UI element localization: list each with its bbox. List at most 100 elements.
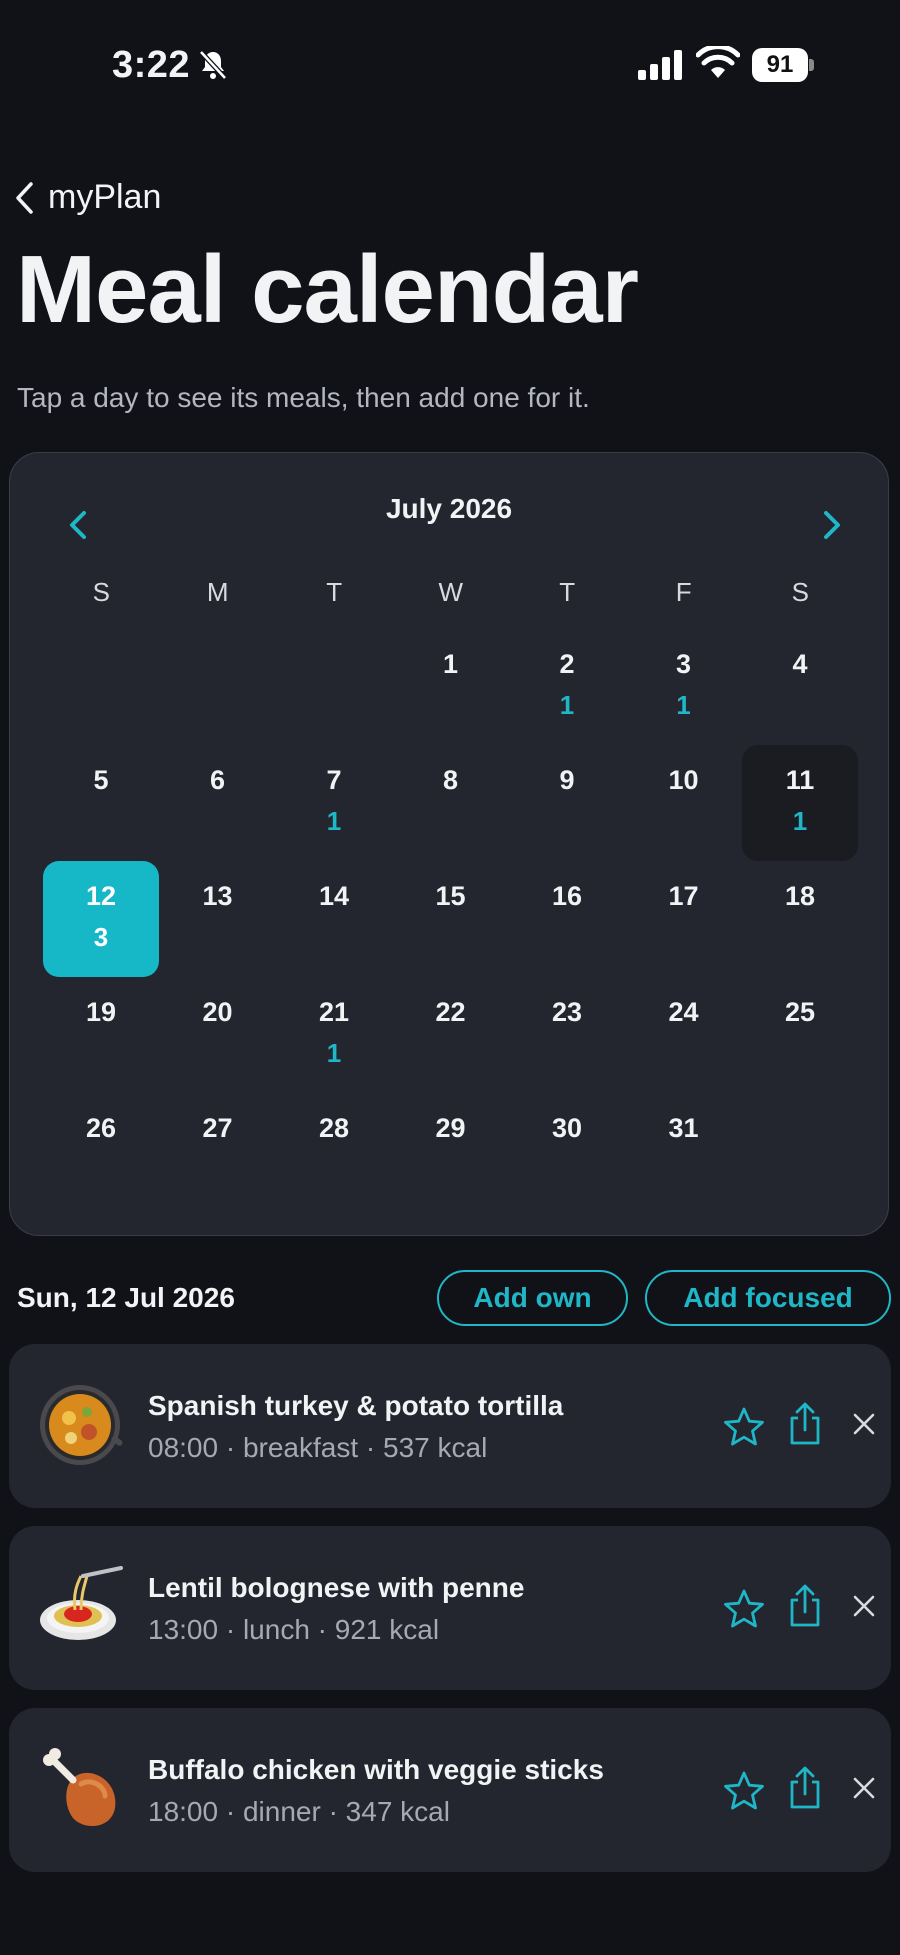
remove-meal-icon[interactable] xyxy=(852,1594,876,1618)
calendar-day-15[interactable]: 15 xyxy=(393,861,509,977)
calendar-day-5[interactable]: 5 xyxy=(43,745,159,861)
day-number: 12 xyxy=(85,881,117,911)
status-time: 3:22 xyxy=(112,44,191,86)
calendar-day-13[interactable]: 13 xyxy=(160,861,276,977)
calendar-day-6[interactable]: 6 xyxy=(160,745,276,861)
meal-count-badge: 1 xyxy=(559,690,575,720)
calendar-empty-cell xyxy=(43,629,159,745)
day-number: 7 xyxy=(326,765,342,795)
meal-card[interactable]: Buffalo chicken with veggie sticks 18:00… xyxy=(9,1708,891,1872)
calendar-day-16[interactable]: 16 xyxy=(509,861,625,977)
day-number: 9 xyxy=(559,765,575,795)
calendar-day-25[interactable]: 25 xyxy=(742,977,858,1093)
day-number: 18 xyxy=(784,881,816,911)
calendar-day-27[interactable]: 27 xyxy=(160,1093,276,1209)
day-number: 20 xyxy=(202,997,233,1027)
calendar-day-3[interactable]: 31 xyxy=(626,629,742,745)
day-number: 11 xyxy=(785,765,815,795)
battery-cap xyxy=(809,59,814,71)
meal-meta: 13:00 · lunch · 921 kcal xyxy=(148,1614,440,1645)
meal-name: Buffalo chicken with veggie sticks xyxy=(148,1754,604,1785)
month-calendar: July 2026 SMTWTFS 1 2 1 3 1 4 5 6 7 1 8 9 10 11 1 12 3 13… xyxy=(9,452,889,1236)
day-number: 31 xyxy=(668,1113,699,1143)
meal-name: Spanish turkey & potato tortilla xyxy=(148,1390,564,1421)
calendar-day-7[interactable]: 71 xyxy=(276,745,392,861)
calendar-day-22[interactable]: 22 xyxy=(393,977,509,1093)
meal-name: Lentil bolognese with penne xyxy=(148,1572,525,1603)
meal-count-badge: 1 xyxy=(326,1038,342,1068)
day-number: 1 xyxy=(442,649,459,679)
calendar-day-18[interactable]: 18 xyxy=(742,861,858,977)
meal-card[interactable]: Spanish turkey & potato tortilla 08:00 ·… xyxy=(9,1344,891,1508)
day-number: 14 xyxy=(318,881,350,911)
day-number: 8 xyxy=(442,765,459,795)
share-icon[interactable] xyxy=(786,1584,824,1628)
day-number: 17 xyxy=(668,881,699,911)
meal-card[interactable]: Lentil bolognese with penne 13:00 · lunc… xyxy=(9,1526,891,1690)
calendar-day-28[interactable]: 28 xyxy=(276,1093,392,1209)
share-icon[interactable] xyxy=(786,1766,824,1810)
add-focused-button[interactable]: Add focused xyxy=(645,1270,891,1326)
day-number: 16 xyxy=(551,881,583,911)
remove-meal-icon[interactable] xyxy=(852,1412,876,1436)
back-button[interactable]: myPlan xyxy=(14,178,161,217)
calendar-days-grid: 1 2 1 3 1 4 5 6 7 1 8 9 10 11 1 12 3 13 14 15 16 17 18 19 20 21 1 2… xyxy=(43,629,859,1209)
selected-date: Sun, 12 Jul 2026 xyxy=(17,1282,235,1313)
day-number: 30 xyxy=(551,1113,583,1143)
day-number: 25 xyxy=(784,997,816,1027)
day-number: 22 xyxy=(435,997,466,1027)
calendar-day-8[interactable]: 8 xyxy=(393,745,509,861)
add-own-button[interactable]: Add own xyxy=(437,1270,628,1326)
page-title: Meal calendar xyxy=(16,236,639,343)
day-number: 4 xyxy=(792,649,808,679)
weekday-label: M xyxy=(206,577,229,607)
day-number: 28 xyxy=(318,1113,350,1143)
chevron-left-icon xyxy=(16,181,33,214)
weekday-label: W xyxy=(438,577,464,607)
cellular-signal-icon xyxy=(638,50,682,80)
calendar-day-19[interactable]: 19 xyxy=(43,977,159,1093)
day-number: 21 xyxy=(318,997,350,1027)
calendar-day-23[interactable]: 23 xyxy=(509,977,625,1093)
calendar-day-21[interactable]: 21 1 xyxy=(276,977,392,1093)
favorite-star-icon[interactable] xyxy=(723,1406,765,1448)
meal-count-badge: 1 xyxy=(676,690,691,720)
month-label: July 2026 xyxy=(385,493,513,524)
calendar-day-26[interactable]: 26 xyxy=(43,1093,159,1209)
calendar-day-30[interactable]: 30 xyxy=(509,1093,625,1209)
day-number: 2 xyxy=(559,649,575,679)
chicken-leg-icon xyxy=(43,1748,116,1827)
calendar-day-20[interactable]: 20 xyxy=(160,977,276,1093)
calendar-day-29[interactable]: 29 xyxy=(393,1093,509,1209)
calendar-day-12[interactable]: 12 3 xyxy=(43,861,159,977)
weekday-label: S xyxy=(791,577,809,607)
calendar-day-4[interactable]: 4 xyxy=(742,629,858,745)
meal-meta: 08:00 · breakfast · 537 kcal xyxy=(148,1432,488,1463)
day-number: 15 xyxy=(435,881,466,911)
weekday-label: F xyxy=(675,577,692,607)
calendar-day-2[interactable]: 21 xyxy=(509,629,625,745)
remove-meal-icon[interactable] xyxy=(852,1776,876,1800)
meal-meta: 18:00 · dinner · 347 kcal xyxy=(148,1796,450,1827)
day-number: 29 xyxy=(435,1113,466,1143)
meal-count-badge: 3 xyxy=(93,922,109,952)
calendar-day-31[interactable]: 31 xyxy=(626,1093,742,1209)
calendar-day-17[interactable]: 17 xyxy=(626,861,742,977)
calendar-empty-cell xyxy=(160,629,276,745)
calendar-day-1[interactable]: 1 xyxy=(393,629,509,745)
back-label: myPlan xyxy=(48,178,162,216)
calendar-day-11[interactable]: 11 1 xyxy=(742,745,858,861)
page-subtitle: Tap a day to see its meals, then add one… xyxy=(17,382,590,413)
calendar-day-24[interactable]: 24 xyxy=(626,977,742,1093)
calendar-day-10[interactable]: 10 xyxy=(626,745,742,861)
bell-muted-icon xyxy=(199,50,227,80)
favorite-star-icon[interactable] xyxy=(723,1770,765,1812)
calendar-day-9[interactable]: 9 xyxy=(509,745,625,861)
next-month-button[interactable] xyxy=(818,507,848,543)
paella-pan-icon xyxy=(40,1385,123,1465)
weekday-label: T xyxy=(559,577,576,607)
calendar-day-14[interactable]: 14 xyxy=(276,861,392,977)
battery-indicator: 91 xyxy=(752,48,814,82)
favorite-star-icon[interactable] xyxy=(723,1588,765,1630)
share-icon[interactable] xyxy=(786,1402,824,1446)
